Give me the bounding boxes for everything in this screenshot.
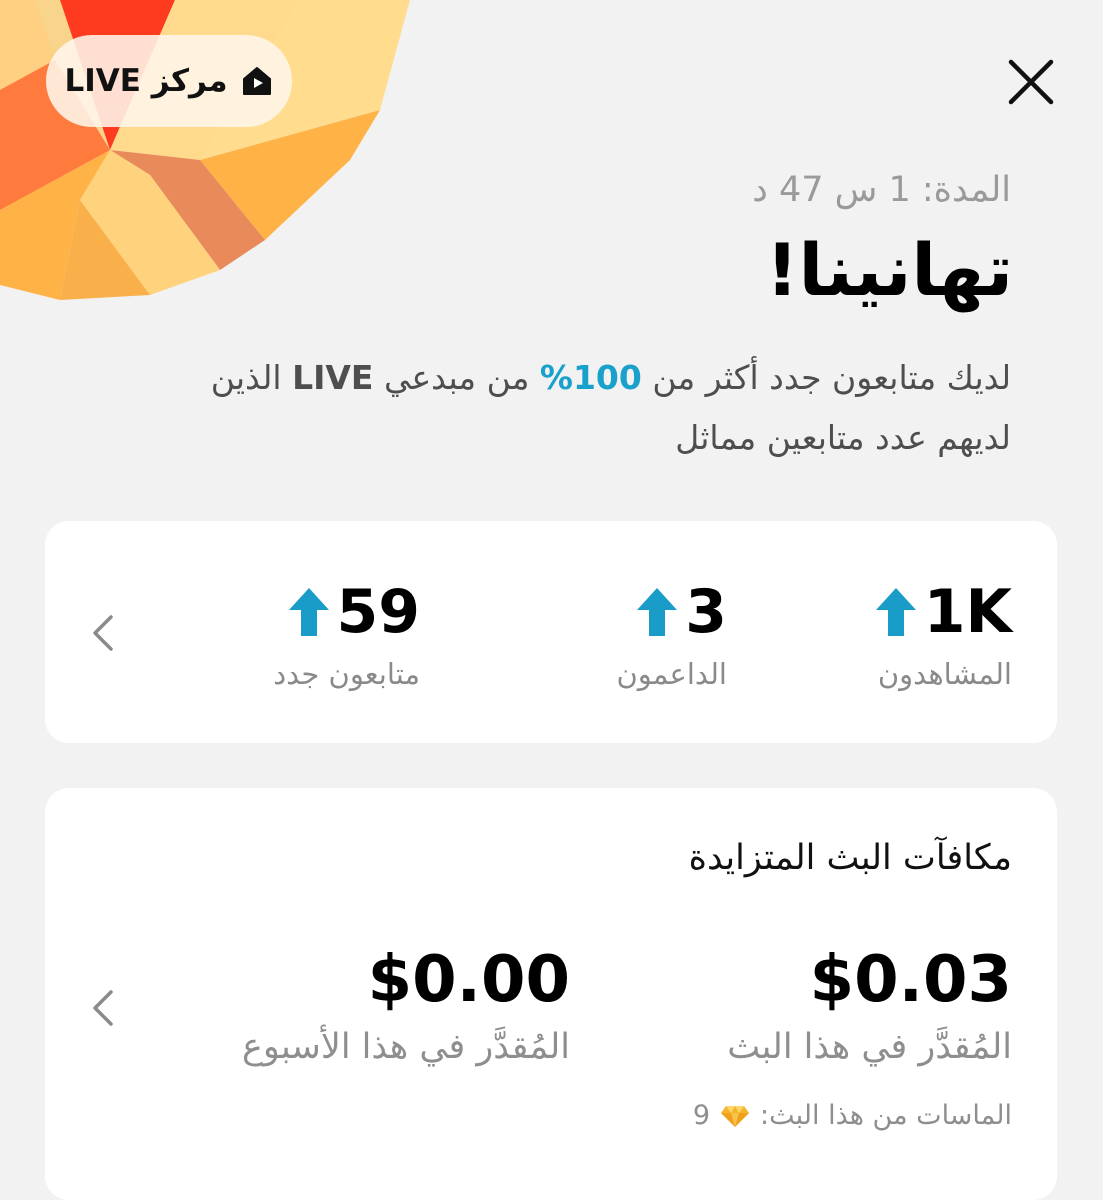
reward-this-week: $0.00 المُقدَّر في هذا الأسبوع	[242, 943, 570, 1067]
up-arrow-icon	[637, 588, 678, 636]
stat-viewers-value: 1K	[923, 577, 1012, 647]
up-arrow-icon	[875, 588, 916, 636]
diamonds-count: 9	[692, 1100, 710, 1131]
reward-this-stream-amount: $0.03	[809, 943, 1012, 1017]
live-center-label: مركز LIVE	[64, 63, 228, 99]
congrats-headline: تهانينا!	[765, 228, 1013, 312]
up-arrow-icon	[288, 588, 329, 636]
rewards-card[interactable]: مكافآت البث المتزايدة $0.03 المُقدَّر في…	[45, 788, 1057, 1200]
live-home-icon	[242, 67, 271, 95]
subtitle-text-2: من مبدعي	[373, 358, 540, 397]
diamonds-label: الماسات من هذا البث:	[760, 1100, 1012, 1131]
diamonds-row: الماسات من هذا البث: 9	[693, 1100, 1012, 1131]
stat-new-followers-value: 59	[336, 577, 421, 647]
rewards-title: مكافآت البث المتزايدة	[688, 838, 1012, 878]
chevron-left-icon[interactable]	[89, 613, 117, 653]
stat-supporters-value: 3	[685, 577, 727, 647]
reward-this-week-amount: $0.00	[367, 943, 570, 1017]
chevron-left-icon[interactable]	[89, 988, 117, 1028]
live-center-button[interactable]: مركز LIVE	[46, 35, 292, 127]
diamond-icon	[721, 1105, 749, 1127]
follower-growth-subtitle: لديك متابعون جدد أكثر من 100% من مبدعي L…	[131, 348, 1011, 468]
stat-new-followers-label: متابعون جدد	[273, 657, 420, 691]
stat-viewers-label: المشاهدون	[877, 657, 1012, 691]
reward-this-stream: $0.03 المُقدَّر في هذا البث	[727, 943, 1012, 1067]
close-icon[interactable]	[1004, 55, 1058, 109]
stream-duration: المدة: 1 س 47 د	[752, 170, 1011, 210]
stats-card[interactable]: 1K المشاهدون 3 الداعمون 59 متابعون جدد	[45, 521, 1057, 743]
stat-new-followers-value-row: 59	[287, 577, 421, 647]
reward-this-week-label: المُقدَّر في هذا الأسبوع	[242, 1027, 570, 1067]
subtitle-percent: 100%	[539, 358, 642, 397]
reward-this-stream-label: المُقدَّر في هذا البث	[727, 1027, 1012, 1067]
stat-supporters-value-row: 3	[635, 577, 727, 647]
stat-supporters-label: الداعمون	[616, 657, 727, 691]
subtitle-text-1: لديك متابعون جدد أكثر من	[641, 358, 1011, 397]
stat-viewers-value-row: 1K	[874, 577, 1012, 647]
subtitle-live: LIVE	[292, 358, 374, 397]
